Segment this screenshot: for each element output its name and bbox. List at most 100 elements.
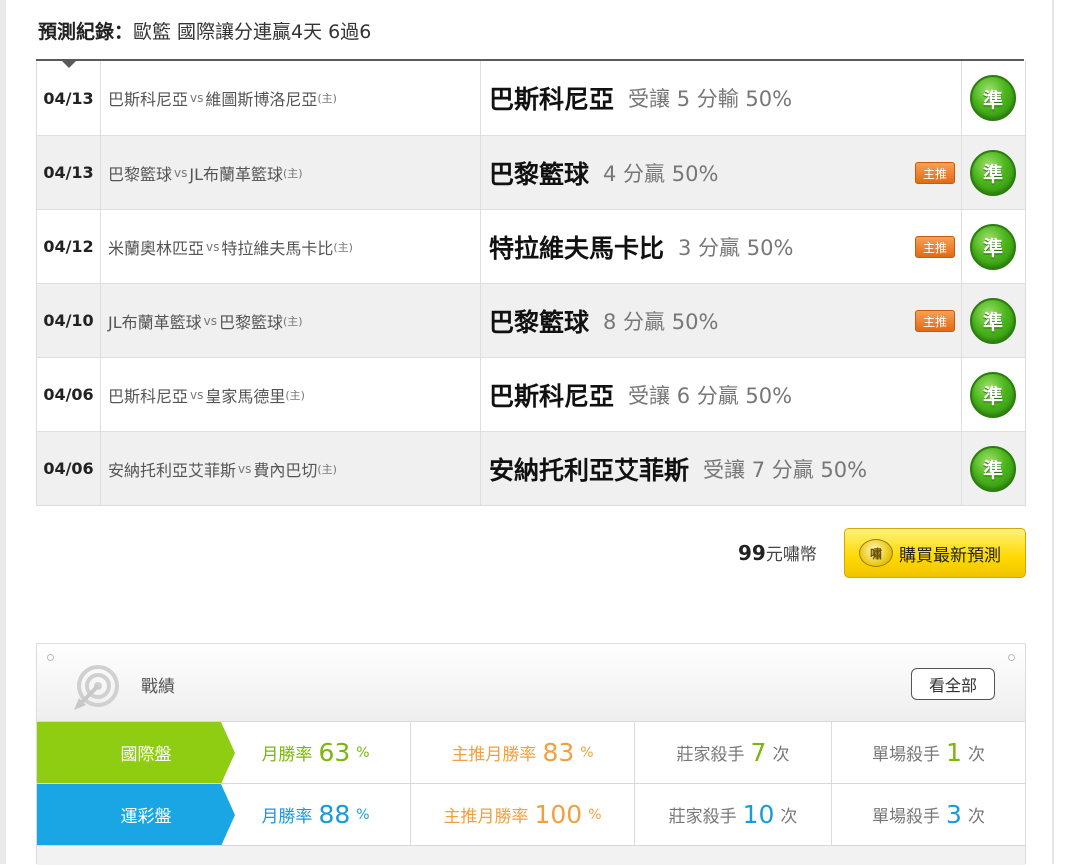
- hit-badge-icon: 準: [970, 297, 1016, 344]
- stats-label-text: 運彩盤: [120, 807, 172, 827]
- monthly-win-rate-label: 月勝率: [261, 745, 313, 765]
- hit-badge-icon: 準: [970, 75, 1016, 121]
- hit-badge-icon: 準: [970, 445, 1016, 492]
- record-row: 04/13 巴斯科尼亞 vs 維圖斯博洛尼亞 (主) 巴斯科尼亞 受讓 5 分輸 50%…: [37, 61, 1025, 135]
- monthly-win-rate-unit: %: [356, 806, 370, 823]
- record-pick: 巴斯科尼亞 受讓 6 分贏 50%: [481, 358, 962, 431]
- single-game-killer-value: 3: [946, 800, 962, 829]
- stats-panel: 戰績 看全部 國際盤 月勝率 63% 主推月勝率 83% 莊家殺手 7 次 單場殺手 1 次…: [36, 643, 1026, 865]
- record-pick: 特拉維夫馬卡比 3 分贏 50% 主推: [481, 210, 962, 283]
- record-row: 04/06 巴斯科尼亞 vs 皇家馬德里 (主) 巴斯科尼亞 受讓 6 分贏 50% 準: [37, 357, 1025, 431]
- record-result: 準: [962, 61, 1024, 135]
- record-date: 04/06: [37, 358, 101, 431]
- single-game-killer-value: 1: [946, 738, 962, 767]
- match-vs: vs: [203, 313, 217, 328]
- single-game-killer-unit: 次: [967, 745, 985, 765]
- monthly-win-rate: 月勝率 63%: [221, 722, 410, 783]
- pick-description: 3 分贏 50%: [678, 235, 794, 260]
- stats-footer: [37, 845, 1025, 865]
- right-frame-border: [1052, 0, 1054, 864]
- match-vs: vs: [190, 91, 204, 105]
- pick-team: 特拉維夫馬卡比: [489, 233, 665, 263]
- match-team-a: JL布蘭革籃球: [108, 312, 202, 332]
- pick-team: 巴斯科尼亞: [489, 85, 615, 114]
- monthly-win-rate-label: 月勝率: [261, 807, 313, 827]
- pick-team: 安納托利亞艾菲斯: [489, 455, 690, 485]
- bookmaker-killer-value: 7: [750, 738, 767, 767]
- main-pick-win-rate: 主推月勝率 83%: [410, 722, 634, 783]
- record-match: 巴黎籃球 vs JL布蘭革籃球 (主): [101, 136, 481, 209]
- bookmaker-killer-unit: 次: [780, 807, 798, 827]
- home-mark: (主): [333, 240, 353, 254]
- record-row: 04/06 安納托利亞艾菲斯 vs 費內巴切 (主) 安納托利亞艾菲斯 受讓 7 分贏 …: [37, 431, 1025, 505]
- bookmaker-killer-label: 莊家殺手: [676, 745, 745, 765]
- hit-badge-icon: 準: [970, 371, 1016, 418]
- price-label: 99元嘯幣: [738, 538, 817, 568]
- single-game-killer-unit: 次: [967, 807, 985, 827]
- record-row: 04/10 JL布蘭革籃球 vs 巴黎籃球 (主) 巴黎籃球 8 分贏 50% 主推 準: [37, 283, 1025, 357]
- match-team-b: 皇家馬德里: [205, 386, 286, 406]
- main-pick-win-rate-label: 主推月勝率: [443, 807, 529, 827]
- home-mark: (主): [283, 314, 303, 328]
- buy-button-label: 購買最新預測: [899, 545, 1001, 566]
- view-all-button[interactable]: 看全部: [911, 668, 995, 700]
- bookmaker-killer: 莊家殺手 7 次: [634, 722, 831, 783]
- rivet-icon: [1008, 654, 1015, 661]
- record-result: 準: [962, 432, 1024, 505]
- single-game-killer: 單場殺手 3 次: [831, 784, 1025, 845]
- rivet-icon: [47, 654, 54, 661]
- single-game-killer: 單場殺手 1 次: [831, 722, 1025, 783]
- monthly-win-rate-value: 88: [318, 800, 351, 829]
- record-match: 巴斯科尼亞 vs 皇家馬德里 (主): [101, 358, 481, 431]
- record-pick: 巴黎籃球 4 分贏 50% 主推: [481, 136, 962, 209]
- stats-row-lottery: 運彩盤 月勝率 88% 主推月勝率 100% 莊家殺手 10 次 單場殺手 3 次: [37, 783, 1025, 846]
- home-mark: (主): [317, 92, 337, 105]
- record-result: 準: [962, 358, 1024, 431]
- record-row: 04/12 米蘭奧林匹亞 vs 特拉維夫馬卡比 (主) 特拉維夫馬卡比 3 分贏 50%…: [37, 209, 1025, 283]
- record-result: 準: [962, 136, 1024, 209]
- record-match: 米蘭奧林匹亞 vs 特拉維夫馬卡比 (主): [101, 210, 481, 283]
- hit-badge-icon: 準: [970, 223, 1016, 270]
- record-date: 04/13: [37, 136, 101, 209]
- record-match: JL布蘭革籃球 vs 巴黎籃球 (主): [101, 284, 481, 357]
- stats-row-international: 國際盤 月勝率 63% 主推月勝率 83% 莊家殺手 7 次 單場殺手 1 次: [37, 721, 1025, 784]
- bookmaker-killer-label: 莊家殺手: [668, 807, 737, 827]
- match-team-a: 米蘭奧林匹亞: [108, 238, 205, 258]
- pick-description: 受讓 7 分贏 50%: [703, 457, 868, 482]
- match-team-b: 特拉維夫馬卡比: [221, 238, 334, 258]
- price-value: 99: [738, 541, 766, 565]
- price-unit: 元嘯幣: [765, 545, 817, 565]
- record-result: 準: [962, 210, 1024, 283]
- main-pick-win-rate-unit: %: [580, 744, 594, 761]
- record-pick: 巴斯科尼亞 受讓 5 分輸 50%: [481, 61, 962, 135]
- stats-label-text: 國際盤: [120, 745, 172, 765]
- bookmaker-killer: 莊家殺手 10 次: [634, 784, 831, 845]
- match-team-b: 維圖斯博洛尼亞: [205, 90, 318, 109]
- single-game-killer-label: 單場殺手: [872, 745, 941, 765]
- match-team-b: 費內巴切: [253, 460, 318, 480]
- record-header: 預測紀錄：歐籃 國際讓分連贏4天 6過6: [38, 18, 371, 46]
- main-pick-badge: 主推: [915, 161, 955, 184]
- stats-label-international[interactable]: 國際盤: [37, 722, 235, 784]
- pick-description: 8 分贏 50%: [603, 309, 719, 334]
- home-mark: (主): [283, 166, 303, 180]
- pick-description: 4 分贏 50%: [603, 161, 719, 186]
- main-pick-win-rate-label: 主推月勝率: [451, 745, 537, 765]
- match-team-a: 巴斯科尼亞: [108, 90, 189, 109]
- match-team-b: 巴黎籃球: [219, 312, 284, 332]
- match-team-a: 巴黎籃球: [108, 164, 173, 184]
- record-date: 04/06: [37, 432, 101, 505]
- record-pick: 安納托利亞艾菲斯 受讓 7 分贏 50%: [481, 432, 962, 505]
- buy-latest-prediction-button[interactable]: 嘯 購買最新預測: [844, 528, 1026, 578]
- main-pick-win-rate-unit: %: [588, 806, 602, 823]
- main-pick-badge: 主推: [915, 309, 955, 332]
- stats-label-lottery[interactable]: 運彩盤: [37, 784, 235, 846]
- record-date: 04/13: [37, 61, 101, 135]
- home-mark: (主): [317, 462, 337, 476]
- record-subtitle: 歐籃 國際讓分連贏4天 6過6: [133, 21, 372, 43]
- prediction-record-table: 04/13 巴斯科尼亞 vs 維圖斯博洛尼亞 (主) 巴斯科尼亞 受讓 5 分輸 50%…: [36, 61, 1026, 506]
- main-pick-win-rate: 主推月勝率 100%: [410, 784, 634, 845]
- hit-badge-icon: 準: [970, 149, 1016, 196]
- bookmaker-killer-unit: 次: [772, 745, 790, 765]
- monthly-win-rate-value: 63: [318, 738, 351, 767]
